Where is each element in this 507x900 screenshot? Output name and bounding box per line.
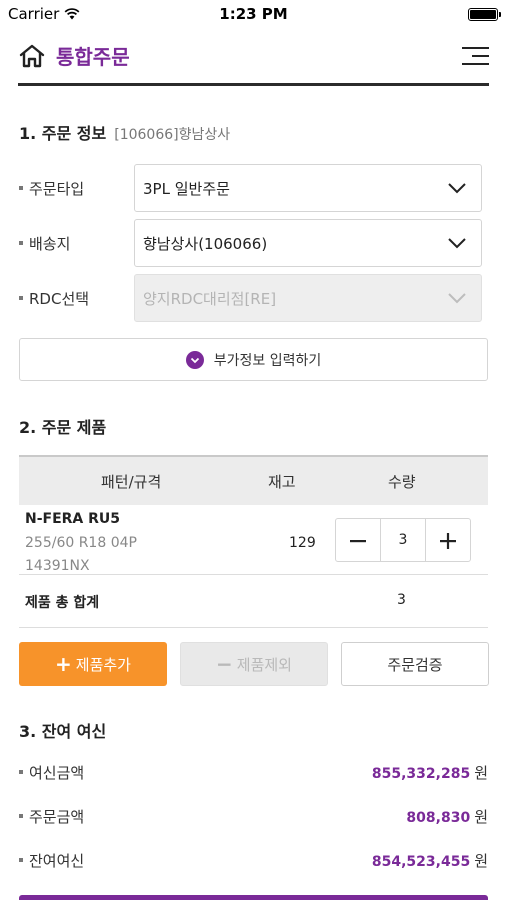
decrease-button[interactable]: [336, 519, 380, 561]
header-divider: [18, 83, 489, 86]
order-type-select[interactable]: 3PL 일반주문: [134, 164, 482, 212]
currency-unit: 원: [474, 852, 488, 870]
product-code: 14391NX: [25, 558, 90, 574]
home-icon[interactable]: [18, 43, 46, 69]
destination-value: 향남상사(106066): [143, 235, 268, 253]
column-quantity: 수량: [388, 473, 416, 491]
total-value: 3: [397, 592, 406, 608]
add-product-label: 제품추가: [75, 655, 131, 674]
verify-order-button[interactable]: 주문검증: [341, 642, 489, 686]
chevron-down-icon: [448, 293, 466, 304]
credit-title: 3. 잔여 여신: [19, 722, 107, 741]
currency-unit: 원: [474, 808, 488, 826]
remaining-credit-label-text: 잔여여신: [29, 852, 85, 870]
remaining-credit-value: 854,523,455 원: [372, 850, 488, 871]
order-amount-value: 808,830 원: [406, 806, 488, 827]
app-header: 통합주문: [0, 28, 507, 84]
product-name: N-FERA RU5: [25, 511, 121, 527]
minus-icon: [350, 540, 366, 543]
remaining-credit-amount: 854,523,455: [371, 854, 471, 870]
destination-label: 배송지: [19, 233, 70, 254]
rdc-label-text: RDC선택: [29, 290, 90, 308]
rdc-label: RDC선택: [19, 288, 89, 309]
products-title: 2. 주문 제품: [19, 418, 107, 437]
total-row: 제품 총 합계 3: [19, 575, 488, 628]
customer-code: [106066]향남상사: [114, 127, 231, 143]
expand-circle-icon: [185, 350, 204, 369]
order-type-label-text: 주문타입: [29, 180, 85, 198]
increase-button[interactable]: [426, 519, 470, 561]
extra-info-label: 부가정보 입력하기: [213, 352, 322, 369]
order-info-title: 1. 주문 정보 [106066]향남상사: [19, 120, 230, 144]
verify-order-label: 주문검증: [387, 655, 443, 674]
order-type-value: 3PL 일반주문: [143, 180, 230, 198]
currency-unit: 원: [474, 764, 488, 782]
column-stock: 재고: [268, 473, 296, 491]
destination-select[interactable]: 향남상사(106066): [134, 219, 482, 267]
total-label: 제품 총 합계: [25, 595, 100, 611]
chevron-down-icon: [448, 183, 466, 194]
order-type-label: 주문타입: [19, 178, 84, 199]
table-row[interactable]: N-FERA RU5 255/60 R18 04P 14391NX 129 3: [19, 505, 488, 575]
quantity-value[interactable]: 3: [380, 519, 426, 561]
credit-limit-amount: 855,332,285: [371, 766, 471, 782]
product-table: 패턴/규격 재고 수량 N-FERA RU5 255/60 R18 04P 14…: [19, 455, 488, 628]
column-pattern: 패턴/규격: [101, 473, 162, 491]
page-title: 통합주문: [56, 45, 130, 69]
minus-icon: −: [216, 652, 233, 676]
battery-icon: [468, 8, 501, 21]
menu-icon[interactable]: [462, 46, 489, 66]
plus-icon: [440, 533, 456, 549]
status-time: 1:23 PM: [219, 5, 288, 23]
order-amount: 808,830: [406, 810, 471, 826]
destination-label-text: 배송지: [29, 235, 71, 253]
extra-info-button[interactable]: 부가정보 입력하기: [19, 338, 488, 381]
product-spec: 255/60 R18 04P: [25, 535, 137, 551]
plus-icon: +: [55, 652, 72, 676]
order-amount-label-text: 주문금액: [29, 808, 85, 826]
order-amount-label: 주문금액: [19, 806, 84, 827]
product-stock: 129: [289, 535, 316, 551]
rdc-select: 양지RDC대리점[RE]: [134, 274, 482, 322]
credit-limit-label-text: 여신금액: [29, 764, 85, 782]
remove-product-button: − 제품제외: [180, 642, 328, 686]
rdc-value: 양지RDC대리점[RE]: [143, 290, 277, 308]
remaining-credit-label: 잔여여신: [19, 850, 84, 871]
credit-limit-value: 855,332,285 원: [372, 762, 488, 783]
credit-limit-label: 여신금액: [19, 762, 84, 783]
bottom-action-bar[interactable]: [19, 895, 488, 900]
chevron-down-icon: [448, 238, 466, 249]
status-bar: Carrier 1:23 PM: [0, 0, 507, 28]
add-product-button[interactable]: + 제품추가: [19, 642, 167, 686]
quantity-stepper: 3: [335, 518, 471, 562]
remove-product-label: 제품제외: [236, 655, 292, 674]
order-info-heading: 1. 주문 정보: [19, 124, 107, 143]
table-header: 패턴/규격 재고 수량: [19, 455, 488, 505]
